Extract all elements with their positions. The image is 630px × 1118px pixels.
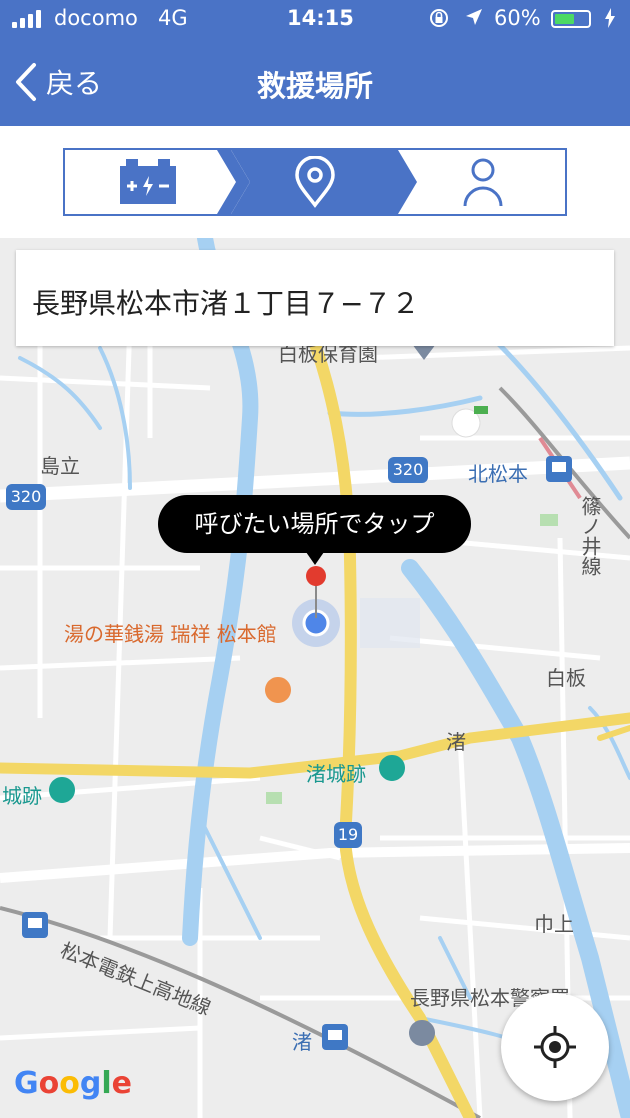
map-label-kitamatsumoto: 北松本 — [468, 462, 528, 486]
google-logo: Google — [14, 1066, 132, 1101]
location-arrow-icon — [464, 7, 484, 32]
map-label-nagisa-station: 渚 — [292, 1030, 312, 1054]
map-view[interactable]: 白板保育園 島立 北松本 篠ノ井線 湯の華銭湯 瑞祥 松本館 白板 渚 渚城跡 … — [0, 238, 630, 1118]
map-label-shinonoi-line: 篠ノ井線 — [578, 496, 602, 576]
clock: 14:15 — [287, 6, 354, 30]
google-logo-text: Google — [14, 1066, 133, 1101]
step-indicator — [63, 148, 567, 216]
battery-percent: 60% — [494, 6, 541, 30]
route-19-shield: 19 — [334, 822, 362, 848]
rotation-lock-icon — [428, 7, 450, 34]
map-label-yunohana: 湯の華銭湯 瑞祥 松本館 — [64, 622, 277, 646]
charging-icon — [604, 8, 616, 33]
map-label-shirakita: 白板 — [546, 666, 586, 690]
tap-hint-tooltip: 呼びたい場所でタップ — [158, 495, 471, 565]
map-label-nagisa-area: 渚 — [446, 730, 466, 754]
nav-bar: 戻る 救援場所 — [0, 40, 630, 126]
battery-indicator — [551, 10, 591, 28]
carrier-label: docomo — [54, 6, 138, 30]
network-label: 4G — [158, 6, 188, 30]
map-label-kamiyama: 巾上 — [534, 912, 574, 936]
header: docomo 4G 14:15 60% 戻る 救援場所 — [0, 0, 630, 126]
map-label-nagisa-castle: 渚城跡 — [306, 762, 366, 786]
address-bar[interactable]: 長野県松本市渚１丁目７−７２ — [16, 250, 614, 346]
signal-icon — [12, 10, 48, 28]
map-label-shimadachi: 島立 — [40, 454, 80, 478]
my-location-button[interactable] — [501, 993, 609, 1101]
step-location-pin-icon — [295, 156, 335, 208]
page-title: 救援場所 — [256, 69, 373, 103]
step-indicator-area — [0, 126, 630, 238]
status-bar: docomo 4G 14:15 60% — [0, 0, 630, 40]
route-320-shield-right: 320 — [388, 457, 428, 483]
crosshair-icon — [534, 1026, 576, 1068]
step-battery-icon — [120, 159, 176, 204]
map-label-castle-left: 城跡 — [2, 784, 42, 808]
step-person-icon — [463, 158, 503, 207]
route-320-shield-left: 320 — [6, 484, 46, 510]
